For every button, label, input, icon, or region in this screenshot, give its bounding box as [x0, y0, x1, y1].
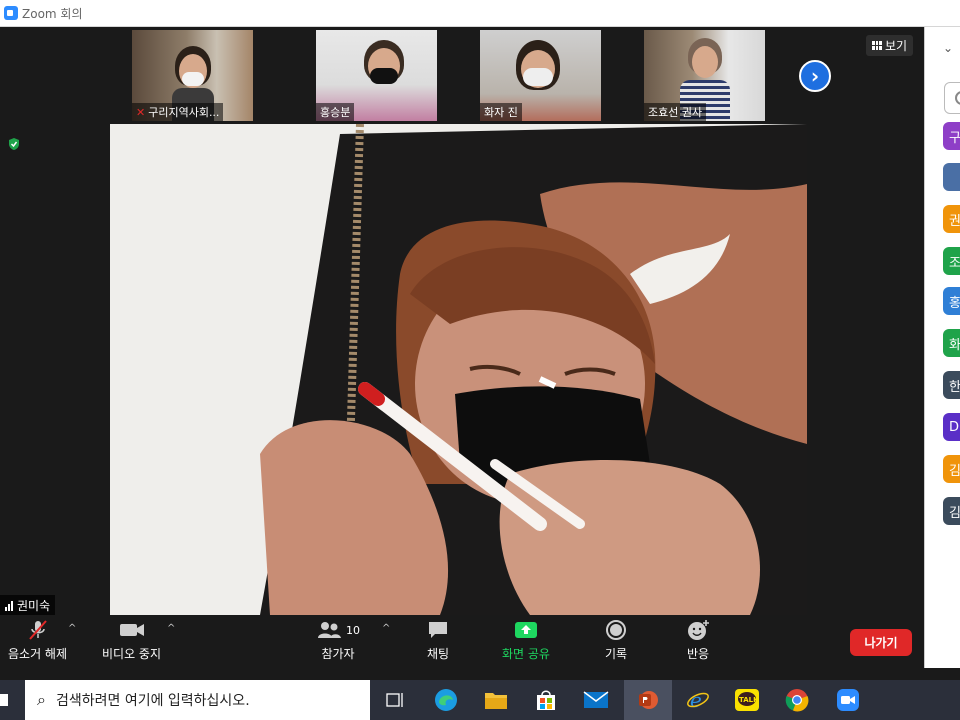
reactions-button[interactable]: 반응 [686, 619, 710, 662]
windows-start-icon[interactable] [0, 680, 10, 720]
stop-video-button[interactable]: 비디오 중지 [102, 619, 161, 662]
video-camera-icon [119, 619, 145, 641]
unmute-button[interactable]: 음소거 해제 [8, 619, 67, 662]
search-icon: ⌕ [37, 690, 46, 709]
task-view-icon[interactable] [381, 686, 409, 714]
share-screen-icon [514, 619, 538, 641]
participant-thumbnail[interactable]: 조효선 권사 [644, 30, 765, 121]
participant-name-tag: 조효선 권사 [644, 103, 707, 121]
internet-explorer-icon[interactable]: e [684, 686, 712, 714]
view-button-label: 보기 [885, 39, 908, 53]
windows-taskbar: ⌕ 검색하려면 여기에 입력하십시오. e TALK [0, 680, 960, 720]
chat-button[interactable]: 채팅 [427, 619, 449, 662]
participant-face [692, 46, 718, 78]
powerpoint-icon[interactable] [634, 686, 662, 714]
meeting-toolbar: 음소거 해제 ^ 비디오 중지 ^ 10 참가자 ^ 채팅 화면 공유 기록 반… [0, 615, 924, 668]
participants-icon: 10 [316, 619, 360, 641]
participant-name-tag: 홍승분 [316, 103, 355, 121]
participant-thumbnail[interactable]: ✕ 구리지역사회... [132, 30, 253, 121]
view-button[interactable]: 보기 [866, 35, 914, 56]
leave-meeting-button[interactable]: 나가기 [850, 629, 912, 656]
edge-browser-icon[interactable] [432, 686, 460, 714]
stop-video-label: 비디오 중지 [102, 647, 162, 661]
gallery-view-icon [872, 41, 882, 50]
face-mask [182, 72, 204, 86]
taskbar-search-placeholder: 검색하려면 여기에 입력하십시오. [55, 693, 250, 709]
record-icon [605, 619, 627, 641]
participants-count: 10 [346, 623, 360, 637]
audio-options-caret-icon[interactable]: ^ [68, 623, 76, 634]
participant-name: 화자 진 [484, 106, 518, 119]
reactions-label: 반응 [686, 647, 710, 661]
microsoft-store-icon[interactable] [532, 686, 560, 714]
kakaotalk-label: TALK [739, 696, 759, 704]
participant-avatar[interactable]: 김 [943, 497, 960, 525]
svg-text:e: e [690, 688, 702, 712]
record-button[interactable]: 기록 [605, 619, 627, 662]
unmute-label: 음소거 해제 [8, 647, 68, 661]
participant-avatar[interactable]: 조 [943, 247, 960, 275]
signal-bars-icon [5, 600, 13, 611]
participant-avatar[interactable]: 구 [943, 122, 960, 150]
window-title: Zoom 회의 [22, 6, 83, 21]
participants-label: 참가자 [321, 647, 355, 661]
participant-avatar[interactable] [943, 163, 960, 191]
window-titlebar: Zoom 회의 [0, 0, 960, 27]
participants-options-caret-icon[interactable]: ^ [382, 623, 390, 634]
file-explorer-icon[interactable] [482, 686, 510, 714]
zoom-app-icon[interactable] [834, 686, 862, 714]
active-speaker-video [110, 124, 807, 615]
taskbar-search-box[interactable]: ⌕ 검색하려면 여기에 입력하십시오. [25, 680, 370, 720]
chat-bubble-icon [427, 619, 449, 641]
chevron-down-icon[interactable]: ⌄ [943, 41, 953, 55]
next-page-button[interactable]: › [799, 60, 831, 92]
speaker-video-scene [110, 124, 807, 615]
face-mask [523, 68, 553, 86]
speaker-name-tag: 권미숙 [0, 595, 56, 616]
speaker-name: 권미숙 [17, 599, 51, 613]
participant-name-tag: 화자 진 [480, 103, 522, 121]
participant-avatar[interactable]: 홍 [943, 287, 960, 315]
participant-avatar[interactable]: 화 [943, 329, 960, 357]
participant-avatar[interactable]: 김 [943, 455, 960, 483]
participant-thumbnail[interactable]: 홍승분 [316, 30, 437, 121]
chevron-right-icon: › [810, 64, 820, 88]
zoom-logo-icon [4, 6, 18, 20]
kakaotalk-icon[interactable]: TALK [733, 686, 761, 714]
participant-avatar[interactable]: 권 [943, 205, 960, 233]
participant-name-tag: ✕ 구리지역사회... [132, 103, 224, 121]
participant-thumbnail[interactable]: 화자 진 [480, 30, 601, 121]
taskbar-gap [0, 668, 960, 680]
participant-avatar[interactable]: DI [943, 413, 960, 441]
share-screen-label: 화면 공유 [502, 647, 550, 661]
participant-avatar[interactable]: 한 [943, 371, 960, 399]
participants-button[interactable]: 10 참가자 [316, 619, 360, 662]
mic-muted-icon: ✕ [136, 105, 146, 119]
mic-off-icon [27, 619, 49, 641]
share-screen-button[interactable]: 화면 공유 [502, 619, 550, 662]
chat-label: 채팅 [427, 647, 450, 661]
participants-panel: ⌄ 구권조홍화한 DI 김김 [924, 27, 960, 668]
face-mask [370, 68, 398, 84]
security-shield-icon[interactable] [7, 137, 21, 151]
mail-icon[interactable] [582, 686, 610, 714]
meeting-stage: ✕ 구리지역사회... 홍승분 화자 진 조효선 권사 › 보기 권미숙 [0, 27, 924, 668]
participant-name: 홍승분 [320, 106, 351, 119]
chrome-icon[interactable] [783, 686, 811, 714]
smiley-plus-icon [686, 619, 710, 641]
video-options-caret-icon[interactable]: ^ [167, 623, 175, 634]
participant-name: 조효선 권사 [648, 106, 703, 119]
participant-name: 구리지역사회... [148, 106, 220, 119]
participant-search-input[interactable] [944, 82, 960, 114]
record-label: 기록 [605, 647, 628, 661]
